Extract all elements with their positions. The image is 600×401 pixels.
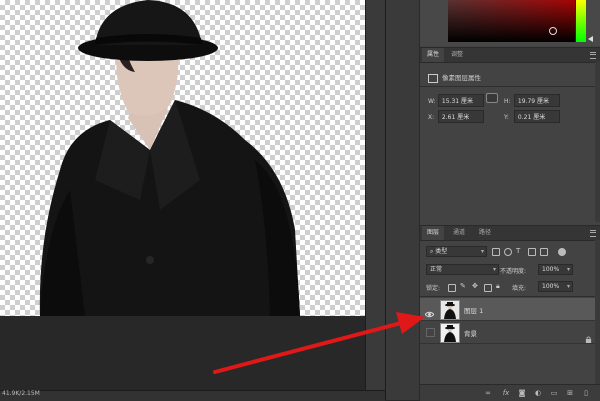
- height-label: H:: [504, 98, 511, 105]
- link-icon[interactable]: ∞: [484, 389, 492, 397]
- new-layer-icon[interactable]: ⊞: [566, 389, 574, 397]
- hue-slider[interactable]: [575, 0, 586, 42]
- fill-input[interactable]: 100%: [538, 281, 573, 292]
- opacity-label: 不透明度:: [500, 268, 527, 275]
- filter-pixel-icon[interactable]: [492, 248, 500, 256]
- filter-type-icon[interactable]: T: [516, 247, 520, 255]
- width-row: W: 15.31 厘米: [428, 94, 484, 107]
- mask-icon[interactable]: ◙: [518, 389, 526, 397]
- adjustment-icon[interactable]: ◐: [534, 389, 542, 397]
- properties-scrollbar[interactable]: [595, 62, 600, 222]
- layer-row[interactable]: 背景: [420, 321, 600, 344]
- tab-adjustments[interactable]: 调整: [446, 48, 468, 62]
- document-canvas-area: 41.9K/2.15M: [0, 0, 386, 401]
- layers-bottom-toolbar: ∞ fx ◙ ◐ ▭ ⊞ ▯: [420, 384, 600, 401]
- properties-panel-menu-icon[interactable]: [590, 52, 596, 59]
- y-row: Y: 0.21 厘米: [504, 110, 560, 123]
- trash-icon[interactable]: ▯: [582, 389, 590, 397]
- x-label: X:: [428, 114, 435, 121]
- layers-scrollbar[interactable]: [595, 240, 600, 384]
- filter-toggle-icon[interactable]: [558, 248, 566, 256]
- tab-paths[interactable]: 路径: [474, 226, 496, 240]
- blend-mode-value: 正常: [430, 266, 443, 273]
- transparent-canvas[interactable]: [0, 0, 365, 316]
- x-row: X: 2.61 厘米: [428, 110, 484, 123]
- layer-name[interactable]: 背景: [464, 328, 477, 338]
- y-input[interactable]: 0.21 厘米: [513, 110, 560, 123]
- properties-tabbar: 属性 调整: [420, 47, 600, 63]
- color-picker-marker[interactable]: [549, 27, 557, 35]
- width-input[interactable]: 15.31 厘米: [437, 94, 484, 107]
- canvas-vertical-scrollbar[interactable]: [365, 0, 386, 390]
- right-panel-dock: 属性 调整 像素图层属性 W: 15.31 厘米 H: 19.79 厘米 X: …: [419, 0, 600, 401]
- link-dimensions-icon[interactable]: [486, 93, 498, 103]
- blend-mode-select[interactable]: 正常: [426, 264, 499, 275]
- layers-panel-menu-icon[interactable]: [590, 230, 596, 237]
- layer-filter-value: 类型: [435, 248, 448, 255]
- layer-name[interactable]: 图层 1: [464, 305, 483, 315]
- tab-properties[interactable]: 属性: [422, 48, 445, 62]
- color-panel: [420, 0, 600, 46]
- folder-icon[interactable]: ▭: [550, 389, 558, 397]
- properties-header-label: 像素图层属性: [442, 74, 481, 82]
- layer-thumbnail: [440, 323, 460, 343]
- lock-label: 锁定:: [426, 285, 441, 292]
- y-label: Y:: [504, 114, 509, 121]
- opacity-value: 100%: [542, 266, 560, 273]
- panel-dock-gutter: [385, 0, 420, 400]
- lock-image-icon[interactable]: ✎: [460, 282, 466, 290]
- height-input[interactable]: 19.79 厘米: [513, 94, 560, 107]
- fill-label: 填充:: [512, 285, 527, 292]
- layer-filter-select[interactable]: ⌕ 类型: [426, 246, 487, 257]
- height-row: H: 19.79 厘米: [504, 94, 560, 107]
- layers-tabbar: 图层 通道 路径: [420, 225, 600, 241]
- hue-slider-handle-icon[interactable]: [588, 36, 593, 42]
- lock-all-icon[interactable]: 🔒︎: [496, 282, 500, 291]
- filter-adjustment-icon[interactable]: [504, 248, 512, 256]
- lock-transparent-icon[interactable]: [448, 284, 456, 292]
- search-icon: ⌕: [430, 248, 434, 255]
- fx-icon[interactable]: fx: [502, 389, 510, 397]
- layers-divider: [420, 296, 600, 297]
- layer-thumbnail: [440, 300, 460, 320]
- pixel-layer-icon: [428, 73, 438, 83]
- tab-channels[interactable]: 通道: [448, 226, 470, 240]
- width-label: W:: [428, 98, 436, 105]
- filter-smartobject-icon[interactable]: [540, 248, 548, 256]
- properties-divider: [420, 86, 600, 87]
- layer-row[interactable]: 图层 1: [420, 298, 600, 321]
- color-picker-field[interactable]: [448, 0, 586, 42]
- fill-value: 100%: [542, 283, 560, 290]
- lock-position-icon[interactable]: ✥: [472, 282, 478, 290]
- man-in-coat-image: [39, 0, 300, 316]
- properties-header: 像素图层属性: [428, 72, 481, 83]
- lock-artboard-icon[interactable]: [484, 284, 492, 292]
- x-input[interactable]: 2.61 厘米: [437, 110, 484, 123]
- opacity-input[interactable]: 100%: [538, 264, 573, 275]
- visibility-toggle-icon[interactable]: [426, 328, 435, 337]
- filter-shape-icon[interactable]: [528, 248, 536, 256]
- lock-icon: [585, 328, 592, 343]
- document-size-info: 41.9K/2.15M: [2, 390, 40, 397]
- eye-icon[interactable]: [424, 304, 435, 318]
- tab-layers[interactable]: 图层: [422, 226, 445, 240]
- status-bar: 41.9K/2.15M: [0, 390, 385, 401]
